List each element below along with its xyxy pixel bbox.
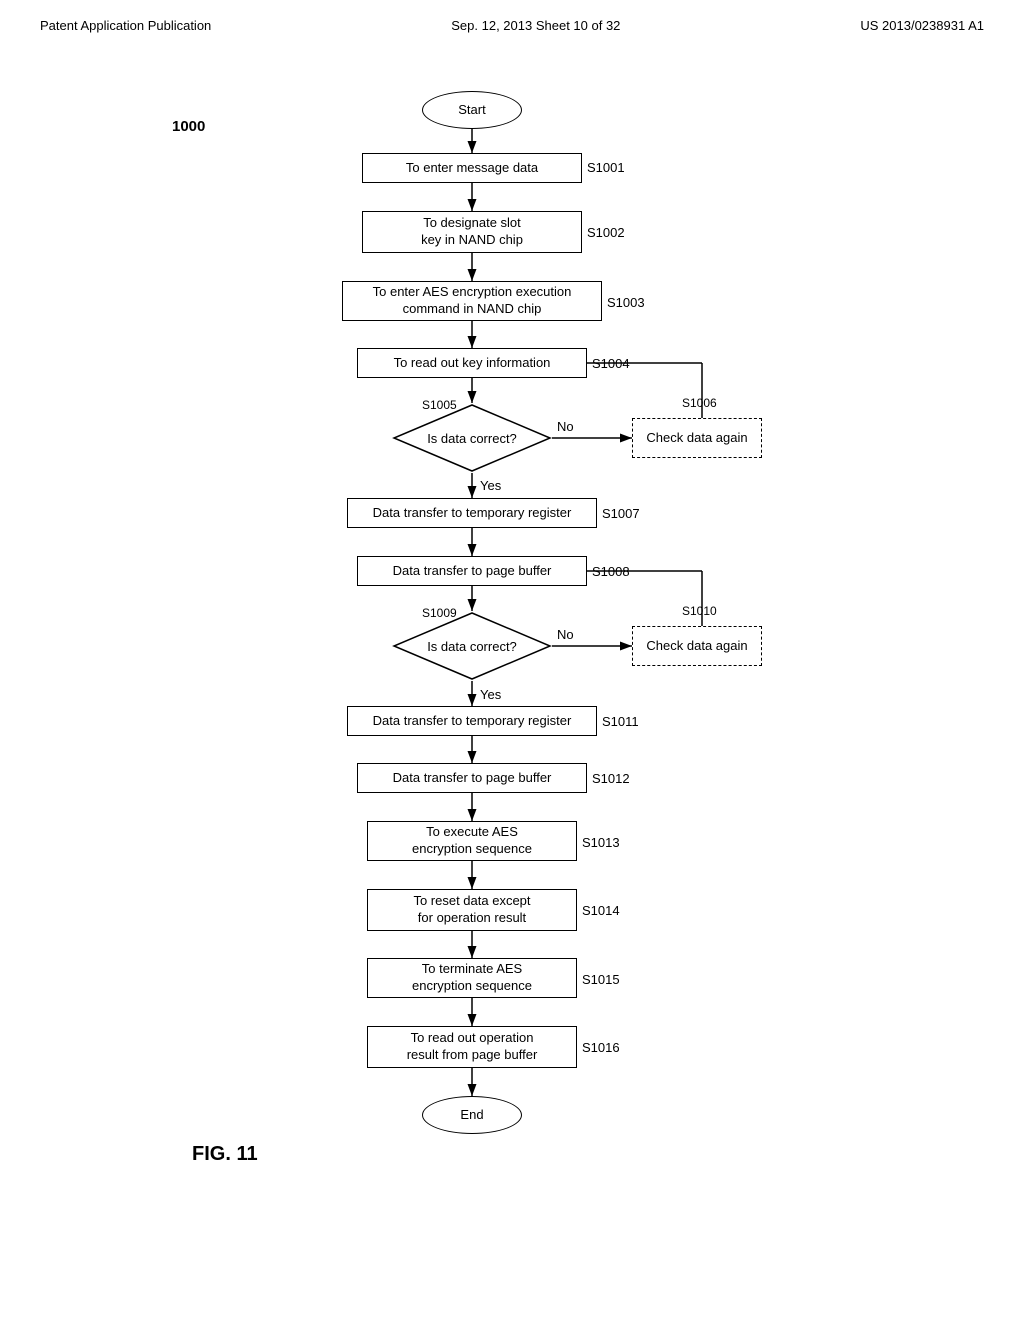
end-node: End [422, 1096, 522, 1134]
svg-text:Yes: Yes [480, 478, 502, 493]
svg-text:No: No [557, 419, 574, 434]
s1009-node: Is data correct? [392, 611, 552, 681]
s1008-node: Data transfer to page buffer [357, 556, 587, 586]
s1002-node: To designate slot key in NAND chip [362, 211, 582, 253]
s1012-node: Data transfer to page buffer [357, 763, 587, 793]
header-right: US 2013/0238931 A1 [860, 18, 984, 33]
s1006-label: S1006 [682, 396, 717, 410]
s1013-label: S1013 [582, 835, 620, 850]
s1002-label: S1002 [587, 225, 625, 240]
s1008-label: S1008 [592, 564, 630, 579]
s1007-label: S1007 [602, 506, 640, 521]
header-left: Patent Application Publication [40, 18, 211, 33]
s1004-label: S1004 [592, 356, 630, 371]
page-header: Patent Application Publication Sep. 12, … [0, 0, 1024, 43]
svg-text:Yes: Yes [480, 687, 502, 702]
s1011-label: S1011 [602, 714, 639, 729]
s1015-label: S1015 [582, 972, 620, 987]
s1016-label: S1016 [582, 1040, 620, 1055]
s1012-label: S1012 [592, 771, 630, 786]
s1001-label: S1001 [587, 160, 625, 175]
s1003-label: S1003 [607, 295, 645, 310]
ref-label: 1000 [172, 118, 205, 135]
s1006-node: Check data again [632, 418, 762, 458]
s1016-node: To read out operation result from page b… [367, 1026, 577, 1068]
s1011-node: Data transfer to temporary register [347, 706, 597, 736]
flowchart-container: 1000 Yes No [162, 63, 862, 1263]
s1005-node: Is data correct? [392, 403, 552, 473]
s1004-node: To read out key information [357, 348, 587, 378]
figure-label: FIG. 11 [192, 1143, 258, 1166]
s1001-node: To enter message data [362, 153, 582, 183]
s1003-node: To enter AES encryption execution comman… [342, 281, 602, 321]
s1013-node: To execute AES encryption sequence [367, 821, 577, 861]
s1014-node: To reset data except for operation resul… [367, 889, 577, 931]
s1010-node: Check data again [632, 626, 762, 666]
s1010-label: S1010 [682, 604, 717, 618]
header-middle: Sep. 12, 2013 Sheet 10 of 32 [451, 18, 620, 33]
s1014-label: S1014 [582, 903, 620, 918]
svg-text:No: No [557, 627, 574, 642]
s1015-node: To terminate AES encryption sequence [367, 958, 577, 998]
diagram-area: 1000 Yes No [0, 43, 1024, 1283]
start-node: Start [422, 91, 522, 129]
s1007-node: Data transfer to temporary register [347, 498, 597, 528]
